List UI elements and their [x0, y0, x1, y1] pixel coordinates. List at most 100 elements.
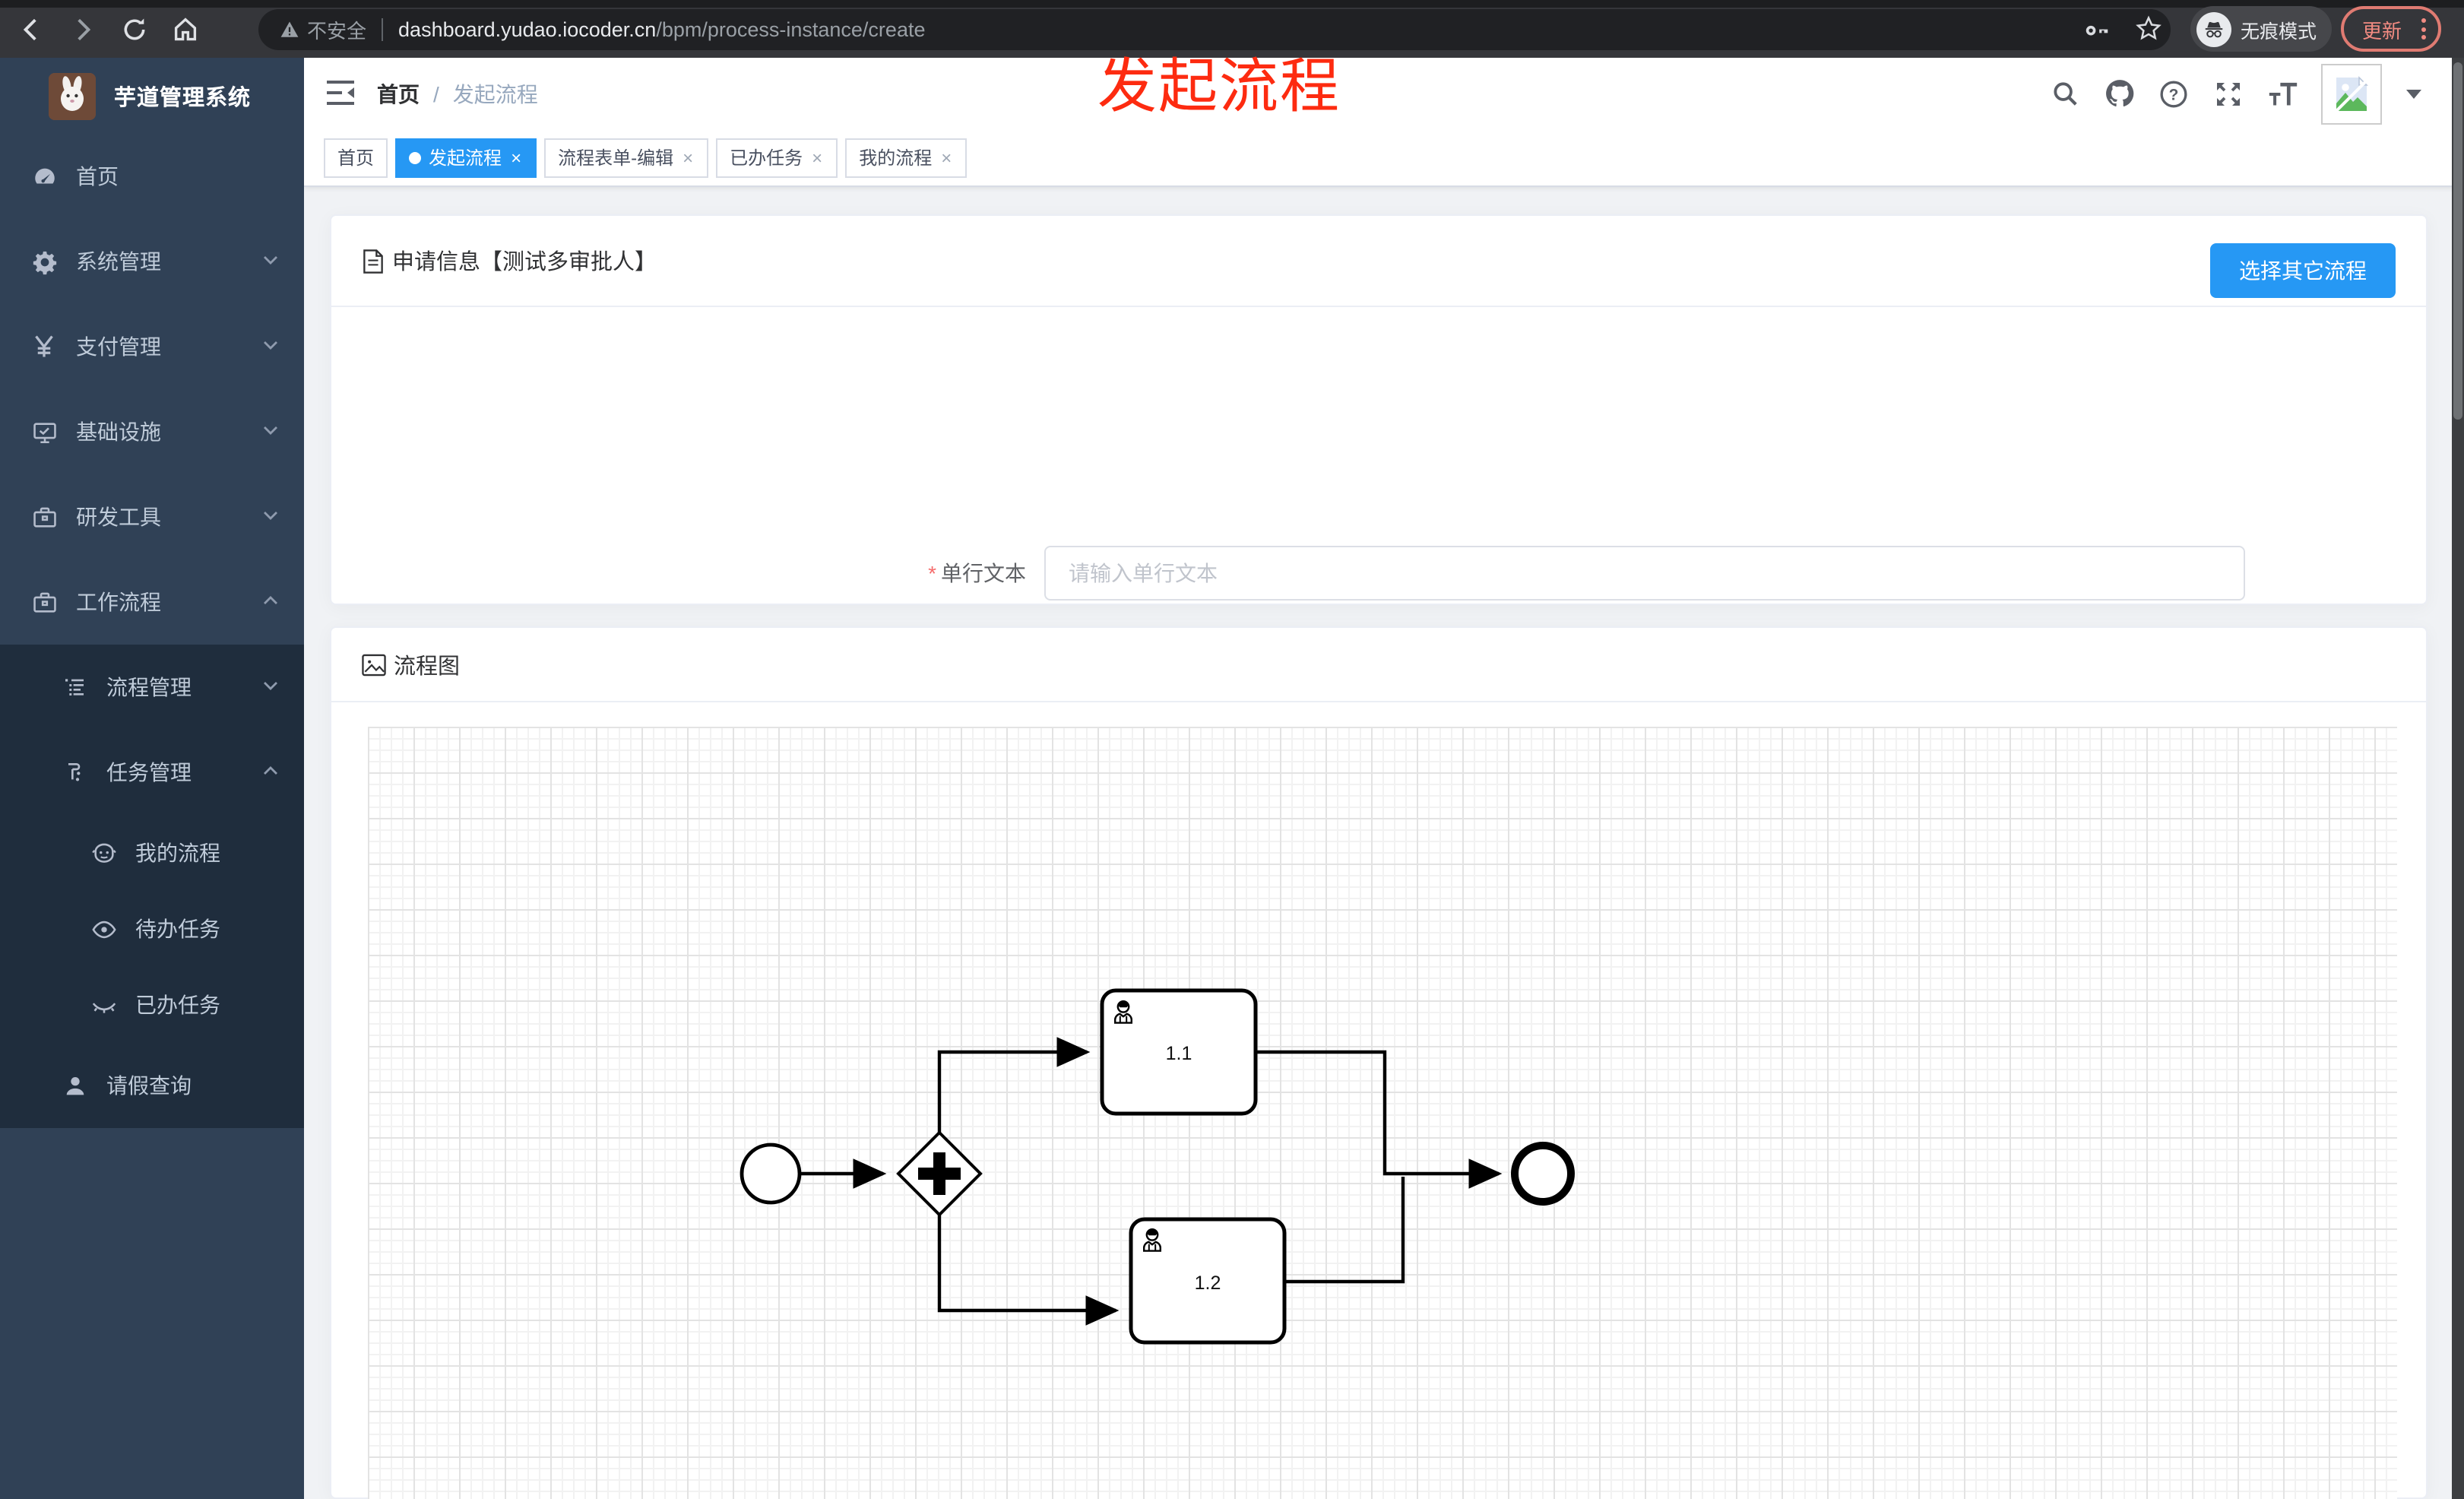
flow-gateway-to-task2	[937, 1215, 1120, 1326]
browser-reload-icon[interactable]	[116, 11, 152, 47]
workflow-submenu: 流程管理 任务管理 我的流程 待办任务 已办任务 请假查询	[0, 645, 304, 1128]
single-line-text-input[interactable]	[1044, 546, 2245, 601]
sidebar-item-done-tasks[interactable]: 已办任务	[0, 967, 304, 1043]
browser-back-icon[interactable]	[12, 11, 49, 47]
sidebar-item-dev-tools[interactable]: 研发工具	[0, 474, 304, 559]
tab-label: 首页	[337, 147, 375, 169]
breadcrumb-current: 发起流程	[452, 81, 538, 106]
dashboard-icon	[26, 158, 62, 195]
search-icon[interactable]	[2048, 77, 2081, 110]
page-scrollbar[interactable]	[2452, 58, 2464, 1499]
tab-my-process[interactable]: 我的流程 ×	[845, 138, 968, 177]
tab-close-icon[interactable]: ×	[939, 148, 953, 166]
tab-close-icon[interactable]: ×	[810, 148, 824, 166]
browser-update-button[interactable]: 更新	[2341, 6, 2441, 52]
chevron-down-icon	[261, 675, 280, 699]
tab-label: 我的流程	[859, 147, 933, 169]
tab-start-process[interactable]: 发起流程 ×	[395, 138, 537, 177]
sidebar-item-my-process[interactable]: 我的流程	[0, 815, 304, 891]
browser-forward-icon[interactable]	[64, 11, 100, 47]
sidebar-item-label: 待办任务	[135, 917, 220, 941]
sidebar-item-todo-tasks[interactable]: 待办任务	[0, 891, 304, 967]
user-avatar[interactable]	[2321, 63, 2382, 124]
bookmark-star-icon[interactable]	[2134, 14, 2163, 50]
sidebar-collapse-icon[interactable]	[325, 79, 356, 106]
sidebar-item-label: 基础设施	[76, 420, 161, 444]
help-icon[interactable]: ?	[2157, 77, 2190, 110]
picture-icon	[362, 653, 386, 676]
browser-menu-icon[interactable]	[2421, 18, 2426, 40]
bpmn-start-event[interactable]	[740, 1142, 802, 1205]
select-other-process-button[interactable]: 选择其它流程	[2210, 243, 2396, 298]
font-size-icon[interactable]	[2266, 77, 2300, 110]
browser-home-icon[interactable]	[167, 11, 204, 47]
tab-label: 流程表单-编辑	[558, 147, 674, 169]
not-secure-warning[interactable]: 不安全	[280, 15, 366, 44]
application-card-header: 申请信息【测试多审批人】	[331, 216, 2426, 307]
tab-close-icon[interactable]: ×	[509, 148, 523, 166]
browser-tabstrip	[0, 0, 2464, 8]
sidebar-item-home[interactable]: 首页	[0, 134, 304, 219]
bpmn-canvas[interactable]: 1.1 1.2	[368, 727, 2397, 1499]
tab-done-tasks[interactable]: 已办任务 ×	[716, 138, 838, 177]
password-key-icon[interactable]	[2082, 14, 2111, 50]
avatar-caret-icon[interactable]	[2406, 89, 2421, 98]
bpmn-end-event[interactable]	[1511, 1142, 1575, 1206]
active-tab-dot	[409, 151, 422, 163]
sidebar-item-workflow[interactable]: 工作流程	[0, 559, 304, 645]
flow-task1-to-end	[1256, 1050, 1503, 1189]
monitor-icon	[26, 414, 62, 450]
branch-icon	[56, 754, 93, 791]
application-info-card: 申请信息【测试多审批人】 选择其它流程 *单行文本 *多选框组 选项一 选项二 …	[330, 214, 2428, 789]
chevron-down-icon	[261, 334, 280, 359]
fullscreen-icon[interactable]	[2212, 77, 2245, 110]
sidebar-item-label: 工作流程	[76, 590, 161, 614]
sidebar-item-payment[interactable]: 支付管理	[0, 304, 304, 389]
app-logo-rabbit-avatar	[49, 72, 96, 119]
app-title: 芋道管理系统	[114, 86, 251, 110]
diagram-card-title: 流程图	[394, 654, 460, 679]
sidebar-item-leave-query[interactable]: 请假查询	[0, 1043, 304, 1128]
app-header: 首页 / 发起流程 ?	[304, 58, 2464, 129]
chevron-up-icon	[261, 590, 280, 614]
sidebar-item-label: 系统管理	[76, 249, 161, 274]
github-icon[interactable]	[2102, 77, 2136, 110]
tab-close-icon[interactable]: ×	[681, 148, 695, 166]
breadcrumb-home[interactable]: 首页	[377, 78, 420, 109]
tab-home[interactable]: 首页	[324, 138, 388, 177]
broken-image-icon	[2335, 75, 2368, 112]
bpmn-parallel-gateway[interactable]	[896, 1130, 983, 1217]
sidebar: 芋道管理系统 首页 系统管理 支付管理 基础设施 研发工具 工作流程 流程管理 …	[0, 58, 304, 1499]
tab-process-form-edit[interactable]: 流程表单-编辑 ×	[544, 138, 709, 177]
chevron-up-icon	[261, 760, 280, 784]
app-logo-row[interactable]: 芋道管理系统	[0, 58, 304, 134]
process-diagram-card: 流程图 1.1 1.2	[330, 626, 2428, 1499]
sidebar-item-system[interactable]: 系统管理	[0, 219, 304, 304]
sidebar-item-infrastructure[interactable]: 基础设施	[0, 389, 304, 474]
url-path: /bpm/process-instance/create	[656, 18, 926, 41]
sidebar-item-task-management[interactable]: 任务管理	[0, 730, 304, 815]
tab-label: 已办任务	[730, 147, 803, 169]
document-icon	[362, 249, 385, 273]
text-field-row: * 单行文本	[874, 546, 2245, 601]
bpmn-user-task-1[interactable]: 1.1	[1100, 988, 1258, 1116]
scrollbar-thumb[interactable]	[2453, 62, 2462, 420]
page-root: 不安全 dashboard.yudao.iocoder.cn/bpm/proce…	[0, 0, 2464, 1499]
sidebar-item-label: 任务管理	[106, 760, 192, 784]
person-icon	[56, 1067, 93, 1104]
sidebar-item-process-management[interactable]: 流程管理	[0, 645, 304, 730]
flow-gateway-to-task1	[937, 1037, 1091, 1133]
chevron-down-icon	[261, 505, 280, 529]
chevron-down-icon	[261, 249, 280, 274]
sidebar-item-label: 研发工具	[76, 505, 161, 529]
sidebar-item-label: 流程管理	[106, 675, 192, 699]
sidebar-item-label: 首页	[76, 164, 119, 189]
sidebar-item-label: 请假查询	[106, 1073, 192, 1098]
incognito-badge: 无痕模式	[2190, 6, 2332, 52]
robot-icon	[85, 835, 122, 871]
bpmn-user-task-2[interactable]: 1.2	[1129, 1217, 1287, 1345]
breadcrumb-separator: /	[433, 81, 439, 106]
chevron-down-icon	[261, 420, 280, 444]
incognito-icon	[2196, 11, 2231, 46]
update-label: 更新	[2362, 19, 2402, 42]
